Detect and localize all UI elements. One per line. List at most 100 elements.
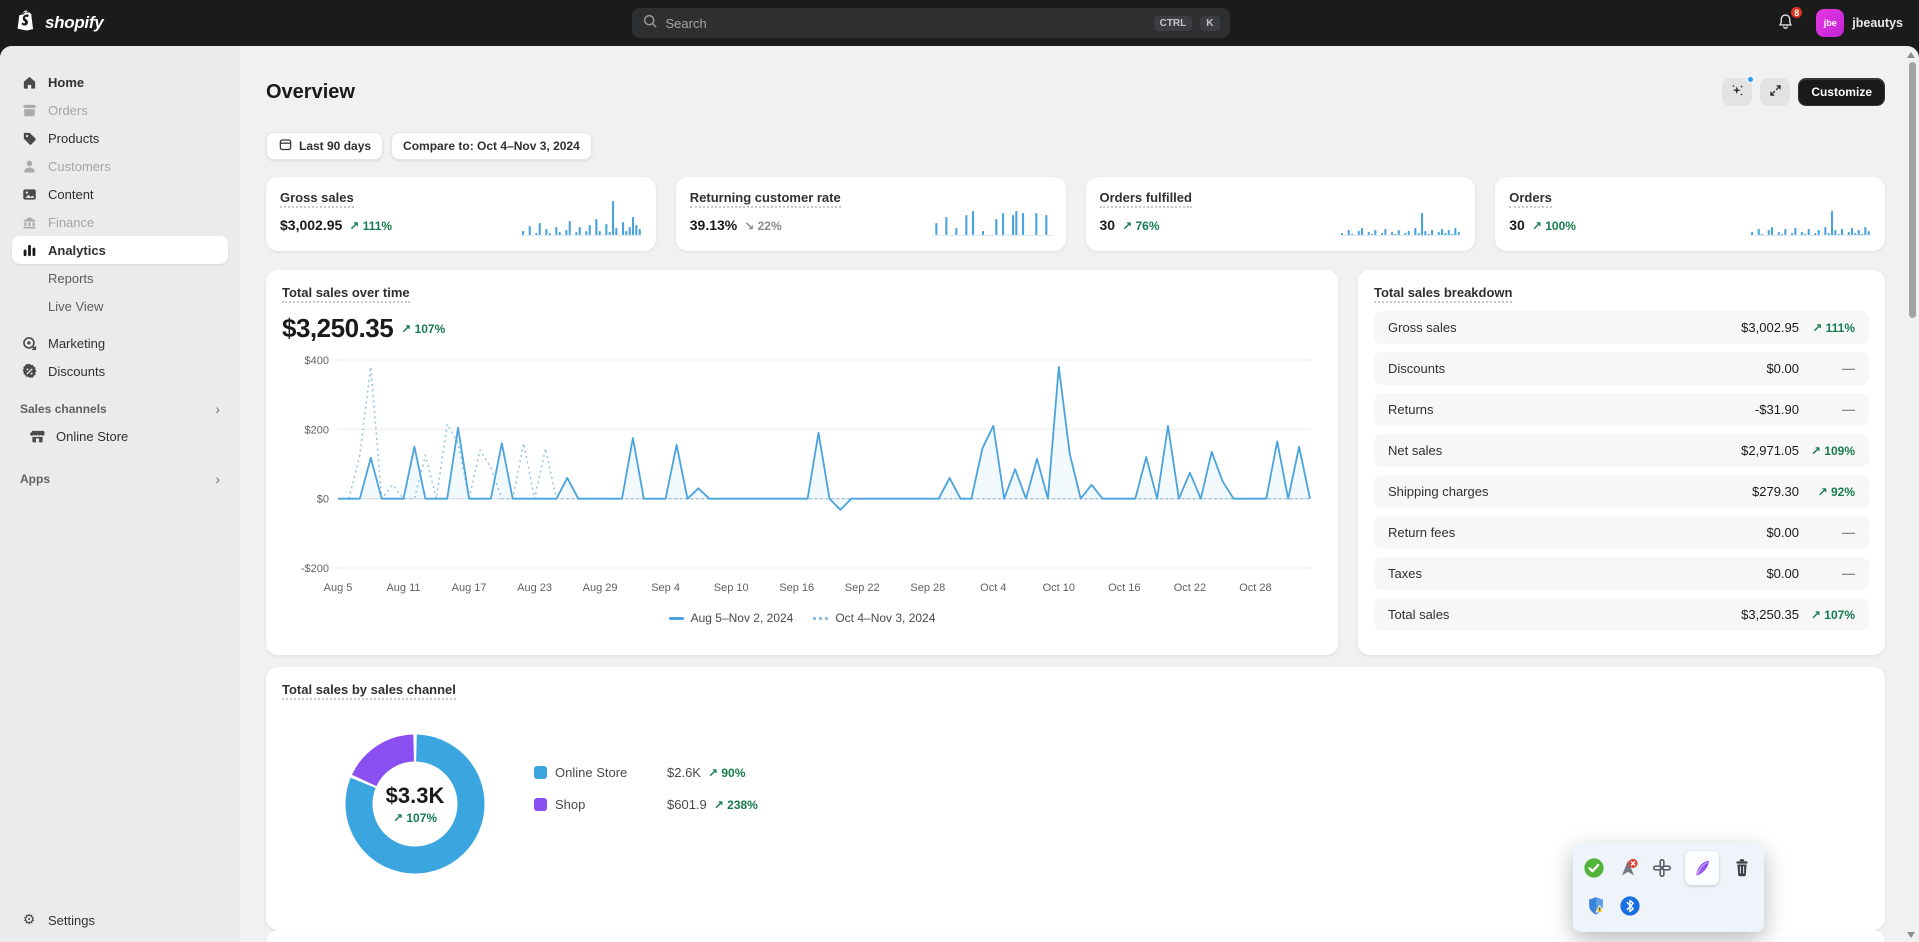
highlighted-icon-slot[interactable] — [1685, 851, 1719, 885]
sidebar-section-label: Sales channels — [20, 402, 107, 416]
legend-item[interactable]: Shop$601.9↗ 238% — [534, 797, 758, 812]
sidebar-item-customers[interactable]: Customers — [12, 152, 228, 180]
table-row[interactable]: Total sales$3,250.35↗ 107% — [1374, 598, 1869, 631]
table-row[interactable]: Net sales$2,971.05↗ 109% — [1374, 434, 1869, 467]
account-menu-button[interactable]: jbe jbeautys — [1816, 9, 1903, 37]
channel-legend: Online Store$2.6K↗ 90%Shop$601.9↗ 238% — [534, 765, 758, 812]
orders-icon — [20, 101, 38, 119]
dotted-line-swatch — [813, 617, 828, 620]
sidebar-item-discounts[interactable]: Discounts — [12, 357, 228, 385]
sidebar-item-products[interactable]: Products — [12, 124, 228, 152]
customize-button[interactable]: Customize — [1798, 78, 1885, 106]
x-axis-label: Aug 23 — [517, 582, 552, 594]
channel-value: $601.9 — [667, 797, 707, 812]
sidebar-item-label: Orders — [48, 103, 88, 118]
sidebar-item-settings[interactable]: ⚙ Settings — [12, 906, 228, 934]
donut-center-value: $3.3K — [386, 783, 445, 809]
system-tray-popup — [1573, 843, 1764, 932]
table-row[interactable]: Shipping charges$279.30↗ 92% — [1374, 475, 1869, 508]
scrollbar-down-arrow[interactable] — [1907, 932, 1915, 938]
table-row[interactable]: Taxes$0.00— — [1374, 557, 1869, 590]
channel-delta: ↗ 90% — [708, 766, 745, 780]
row-value: $3,250.35 — [1741, 607, 1799, 622]
row-value: $0.00 — [1766, 566, 1799, 581]
sidebar-item-label: Analytics — [48, 243, 106, 258]
shield-warning-icon[interactable] — [1585, 895, 1607, 917]
expand-button[interactable] — [1760, 78, 1790, 106]
channel-value: $2.6K — [667, 765, 701, 780]
search-input[interactable]: Search CTRL K — [632, 8, 1230, 38]
clover-icon[interactable] — [1651, 857, 1673, 879]
row-value: $0.00 — [1766, 361, 1799, 376]
analytics-icon — [20, 241, 38, 259]
trash-icon[interactable] — [1731, 857, 1753, 879]
green-check-icon[interactable] — [1583, 857, 1605, 879]
sidebar-item-label: Finance — [48, 215, 94, 230]
bluetooth-icon[interactable] — [1619, 895, 1641, 917]
x-axis-label: Aug 5 — [324, 582, 353, 594]
table-row[interactable]: Discounts$0.00— — [1374, 352, 1869, 385]
total-sales-line-chart: $400$200$0-$200 — [282, 348, 1322, 572]
svg-text:$0: $0 — [317, 494, 329, 506]
solid-line-swatch — [669, 617, 684, 620]
compare-chip[interactable]: Compare to: Oct 4–Nov 3, 2024 — [391, 132, 592, 160]
sidebar-item-label: Online Store — [56, 429, 128, 444]
metric-link[interactable]: Orders — [1509, 190, 1552, 208]
notifications-button[interactable]: 8 — [1770, 8, 1800, 38]
row-delta: ↗ 109% — [1799, 443, 1855, 458]
sidebar-item-home[interactable]: Home — [12, 68, 228, 96]
total-sales-over-time-card: Total sales over time $3,250.35 ↗ 107% $… — [266, 270, 1338, 655]
sidebar-item-analytics[interactable]: Analytics — [12, 236, 228, 264]
x-axis-label: Aug 29 — [583, 582, 618, 594]
sidebar-item-reports[interactable]: Reports — [12, 264, 228, 292]
metric-card-orders: Orders30↗ 100% — [1495, 177, 1885, 251]
total-sales-delta: ↗ 107% — [401, 322, 445, 336]
feather-icon[interactable] — [1691, 857, 1713, 879]
date-range-chip[interactable]: Last 90 days — [266, 132, 383, 160]
x-axis-label: Sep 4 — [651, 582, 680, 594]
nav-arrow-error-icon[interactable] — [1617, 857, 1639, 879]
table-row[interactable]: Return fees$0.00— — [1374, 516, 1869, 549]
row-value: $2,971.05 — [1741, 443, 1799, 458]
sidebar-item-orders[interactable]: Orders — [12, 96, 228, 124]
row-delta: — — [1799, 566, 1855, 581]
metric-value: 39.13% — [690, 217, 737, 233]
total-sales-value: $3,250.35 — [282, 313, 393, 344]
sidebar-section-apps[interactable]: Apps› — [12, 466, 228, 492]
sales-by-channel-link[interactable]: Total sales by sales channel — [282, 682, 456, 700]
sidebar-item-online-store[interactable]: Online Store — [20, 422, 228, 450]
legend-item[interactable]: Online Store$2.6K↗ 90% — [534, 765, 758, 780]
row-label: Taxes — [1388, 566, 1766, 581]
scrollbar-up-arrow[interactable] — [1907, 52, 1915, 58]
online-store-swatch — [534, 766, 547, 779]
total-sales-breakdown-link[interactable]: Total sales breakdown — [1374, 285, 1512, 303]
metric-value: $3,002.95 — [280, 217, 342, 233]
insights-button[interactable] — [1722, 78, 1752, 106]
sidebar-item-live-view[interactable]: Live View — [12, 292, 228, 320]
table-row[interactable]: Returns-$31.90— — [1374, 393, 1869, 426]
donut-center-delta: ↗ 107% — [393, 811, 437, 825]
sidebar-item-label: Marketing — [48, 336, 105, 351]
row-delta: ↗ 111% — [1799, 320, 1855, 335]
metric-link[interactable]: Returning customer rate — [690, 190, 841, 208]
shopify-logo[interactable]: shopify — [16, 9, 103, 38]
store-icon — [28, 427, 46, 445]
search-placeholder: Search — [666, 16, 1146, 31]
svg-text:$400: $400 — [305, 355, 329, 367]
sidebar-item-content[interactable]: Content — [12, 180, 228, 208]
x-axis-label: Sep 22 — [845, 582, 880, 594]
channel-delta: ↗ 238% — [714, 798, 758, 812]
metric-link[interactable]: Gross sales — [280, 190, 354, 208]
legend-item: Aug 5–Nov 2, 2024 — [669, 611, 794, 625]
total-sales-over-time-link[interactable]: Total sales over time — [282, 285, 410, 303]
main-content: Overview Customize — [240, 46, 1919, 942]
products-icon — [20, 129, 38, 147]
metric-link[interactable]: Orders fulfilled — [1100, 190, 1192, 208]
x-axis-label: Aug 11 — [386, 582, 420, 594]
table-row[interactable]: Gross sales$3,002.95↗ 111% — [1374, 311, 1869, 344]
up-arrow-icon: ↗ — [1122, 219, 1132, 233]
sidebar-item-marketing[interactable]: Marketing — [12, 329, 228, 357]
sidebar-section-sales-channels[interactable]: Sales channels› — [12, 396, 228, 422]
sidebar-item-finance[interactable]: Finance — [12, 208, 228, 236]
scrollbar-thumb[interactable] — [1909, 62, 1916, 318]
